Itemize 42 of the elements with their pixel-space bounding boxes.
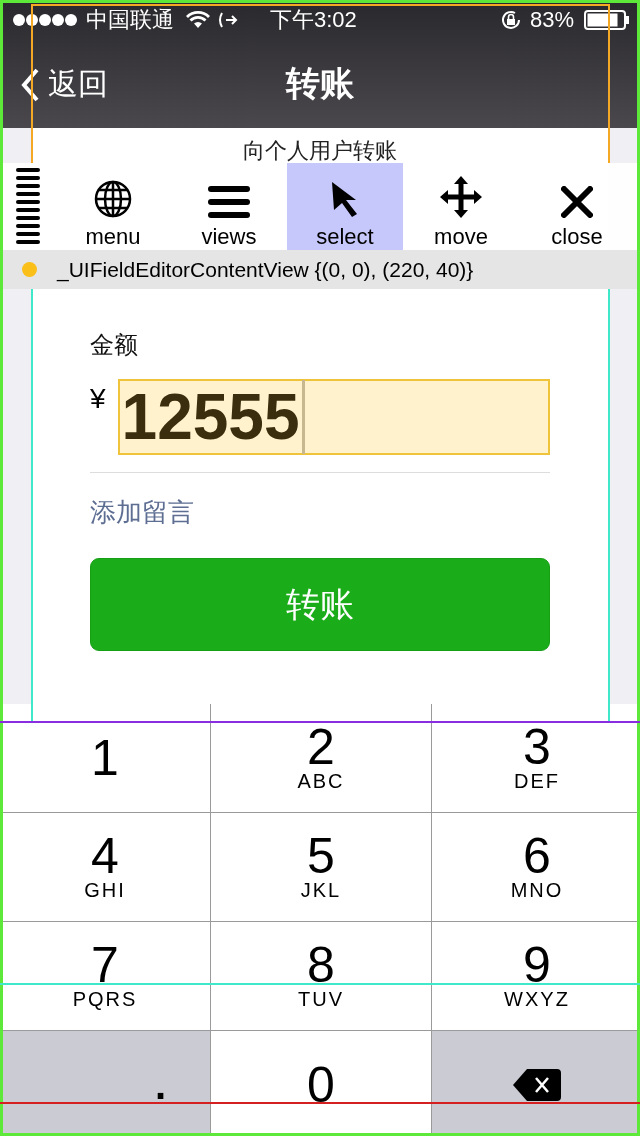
close-icon <box>561 186 593 218</box>
keypad-key[interactable]: 9 WXYZ <box>432 922 640 1030</box>
keypad-key[interactable]: . <box>0 1031 210 1136</box>
back-button[interactable]: 返回 <box>20 64 108 105</box>
clock-time: 下午3:02 <box>270 6 357 34</box>
globe-icon <box>94 180 132 218</box>
recipient-heading: 向个人用户转账 <box>242 137 398 162</box>
rotation-lock-icon <box>499 9 522 31</box>
keypad-key[interactable]: 3 DEF <box>432 704 640 812</box>
toolbar-tab[interactable]: views <box>171 163 287 250</box>
toolbar-tab[interactable]: close <box>519 163 635 250</box>
page-title: 转账 <box>286 63 354 104</box>
cursor-icon <box>330 180 360 218</box>
wifi-icon <box>186 11 210 29</box>
battery-percent: 83% <box>529 7 574 33</box>
keypad-key[interactable]: 2 ABC <box>211 704 431 812</box>
keypad-key[interactable] <box>432 1031 640 1136</box>
menu-icon <box>208 186 250 218</box>
keypad-key[interactable]: 8 TUV <box>211 922 431 1030</box>
keypad-key[interactable]: 6 MNO <box>432 813 640 921</box>
backspace-icon <box>513 1069 561 1101</box>
view-description: _UIFieldEditorContentView {(0, 0), (220, 40)} <box>57 257 474 282</box>
keypad-key[interactable]: 0 <box>211 1031 431 1136</box>
amount-field[interactable]: 12555 <box>117 379 550 455</box>
carrier-name: 中国联通 <box>86 6 174 34</box>
battery-icon <box>584 10 630 30</box>
toolbar-tab[interactable]: move <box>403 163 519 250</box>
currency-symbol: ¥ <box>90 383 106 415</box>
signal-icon <box>12 13 78 27</box>
add-note-link[interactable]: 添加留言 <box>90 495 194 530</box>
keypad-key[interactable]: 5 JKL <box>211 813 431 921</box>
toolbar-tab[interactable]: menu <box>55 163 171 250</box>
call-forward-icon <box>218 11 238 29</box>
amount-label: 金额 <box>90 330 139 360</box>
keypad-key[interactable]: 4 GHI <box>0 813 210 921</box>
keypad-key[interactable]: 7 PQRS <box>0 922 210 1030</box>
chevron-left-icon <box>20 67 40 102</box>
move-icon <box>440 176 482 218</box>
toolbar-tab[interactable]: select <box>287 163 403 250</box>
drag-handle-icon[interactable] <box>15 167 40 246</box>
status-dot <box>22 262 37 277</box>
keypad-key[interactable]: 1 <box>0 704 210 812</box>
